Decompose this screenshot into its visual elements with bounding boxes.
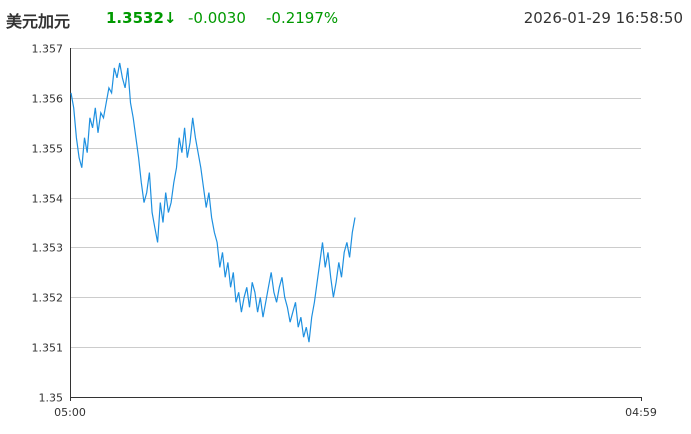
y-tick-label: 1.355	[32, 143, 64, 156]
intraday-line-chart: 1.3571.3561.3551.3541.3531.3521.3511.35 …	[32, 43, 657, 420]
x-tick-label: 04:59	[625, 406, 657, 419]
x-tick-label: 05:00	[54, 406, 86, 419]
y-tick-label: 1.356	[32, 93, 64, 106]
y-tick-label: 1.353	[32, 242, 64, 255]
y-axis-labels: 1.357 1.356 1.355 1.354 1.353 1.352 1.351 1.35	[32, 43, 64, 405]
chart-grid	[70, 48, 641, 348]
x-axis-labels: 05:00 04:59	[54, 397, 657, 419]
y-tick-label: 1.351	[32, 342, 64, 355]
y-tick-label: 1.354	[32, 193, 64, 206]
y-tick-label: 1.35	[39, 392, 64, 405]
y-tick-label: 1.352	[32, 292, 64, 305]
y-tick-label: 1.357	[32, 43, 64, 56]
price-series-line	[70, 62, 356, 343]
